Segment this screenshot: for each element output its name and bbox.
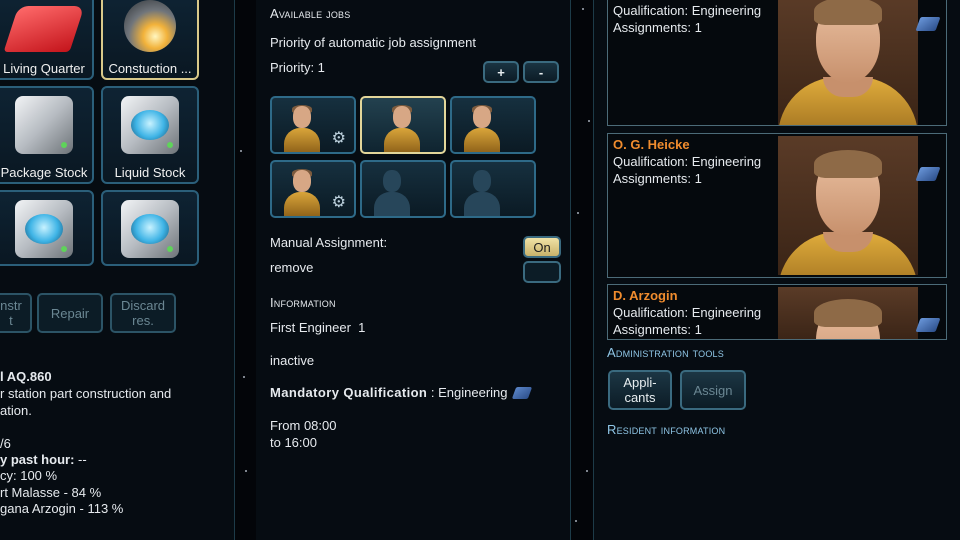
liquid-stock-icon: [121, 200, 179, 258]
resident-card-1[interactable]: Qualification: Engineering Assignments: …: [607, 0, 947, 126]
assign-button[interactable]: Assign: [680, 370, 746, 410]
resident-card-2[interactable]: O. G. Heicke Qualification: Engineering …: [607, 133, 947, 278]
worker-efficiency-2: gana Arzogin - 113 %: [0, 501, 124, 516]
job-slot-6-empty[interactable]: [450, 160, 536, 218]
empty-slot-silhouette-icon: [374, 170, 410, 216]
available-jobs-heading: Available jobs: [270, 6, 351, 21]
gear-icon: ⚙: [331, 194, 346, 211]
past-hour-label: y past hour:: [0, 452, 75, 467]
engineering-qualification-icon: [915, 167, 941, 181]
construction-drill-icon: [124, 0, 176, 52]
mandatory-qualification-label: Mandatory Qualification: [270, 385, 428, 400]
worker-count: /6: [0, 436, 11, 451]
job-slot-3[interactable]: [450, 96, 536, 154]
gear-icon: ⚙: [331, 130, 346, 147]
resident-assignments: Assignments: 1: [613, 20, 702, 35]
building-desc-line2: ation.: [0, 403, 32, 418]
engineering-qualification-icon: [511, 387, 532, 399]
building-panel: Living Quarter Constuction ... Package S…: [0, 0, 234, 540]
past-hour-row: y past hour: --: [0, 452, 87, 467]
tile-liquid-stock[interactable]: Liquid Stock: [101, 86, 199, 184]
liquid-stock-icon: [15, 200, 73, 258]
job-title: First Engineer: [270, 320, 351, 335]
priority-increase-button[interactable]: +: [483, 61, 519, 83]
worker-portrait: [284, 169, 320, 216]
resident-qualification: Qualification: Engineering: [613, 154, 762, 169]
shift-to: to 16:00: [270, 435, 317, 450]
resident-information-heading: Resident information: [607, 422, 726, 437]
building-desc-line1: r station part construction and: [0, 386, 172, 401]
remove-label: remove: [270, 260, 314, 275]
resident-panel: Qualification: Engineering Assignments: …: [594, 0, 960, 540]
tile-living-quarter[interactable]: Living Quarter: [0, 0, 94, 80]
job-count: 1: [358, 320, 366, 335]
mandatory-qualification-value: Engineering: [438, 385, 508, 400]
resident-card-3[interactable]: D. Arzogin Qualification: Engineering As…: [607, 284, 947, 340]
building-title: l AQ.860: [0, 369, 52, 384]
discard-resources-button[interactable]: Discard res.: [110, 293, 176, 333]
construct-button[interactable]: nstr t: [0, 293, 32, 333]
resident-assignments: Assignments: 1: [613, 171, 702, 186]
efficiency: cy: 100 %: [0, 468, 58, 483]
administration-tools-heading: Administration tools: [607, 345, 724, 360]
tile-liquid-stock-3[interactable]: [101, 190, 199, 266]
worker-portrait: [384, 105, 420, 152]
tile-package-stock[interactable]: Package Stock: [0, 86, 94, 184]
empty-slot-silhouette-icon: [464, 170, 500, 216]
resident-name: D. Arzogin: [613, 288, 678, 303]
applicants-button[interactable]: Appli- cants: [608, 370, 672, 410]
resident-portrait: [778, 287, 918, 339]
manual-assignment-toggle[interactable]: On: [523, 236, 561, 258]
resident-name: O. G. Heicke: [613, 137, 690, 152]
worker-efficiency-1: rt Malasse - 84 %: [0, 485, 102, 500]
job-title-row: First Engineer 1: [270, 320, 365, 335]
mandatory-qualification-row: Mandatory Qualification : Engineering: [270, 385, 532, 400]
job-slot-4[interactable]: ⚙: [270, 160, 356, 218]
job-slot-5-empty[interactable]: [360, 160, 446, 218]
priority-value: Priority: 1: [270, 60, 325, 75]
liquid-stock-icon: [121, 96, 179, 154]
shift-from: From 08:00: [270, 418, 337, 433]
information-heading: Information: [270, 295, 336, 310]
tile-label: Package Stock: [0, 165, 88, 180]
job-status: inactive: [270, 353, 315, 368]
resident-assignments: Assignments: 1: [613, 322, 702, 337]
job-slot-1[interactable]: ⚙: [270, 96, 356, 154]
worker-portrait: [464, 105, 500, 152]
engineering-qualification-icon: [915, 17, 941, 31]
tile-liquid-stock-2[interactable]: [0, 190, 94, 266]
tile-construction[interactable]: Constuction ...: [101, 0, 199, 80]
resident-qualification: Qualification: Engineering: [613, 3, 762, 18]
tile-label: Liquid Stock: [114, 165, 186, 180]
bed-icon: [3, 6, 85, 52]
past-hour-value: --: [74, 452, 87, 467]
job-panel: Available jobs Priority of automatic job…: [256, 0, 570, 540]
manual-assignment-label: Manual Assignment:: [270, 235, 388, 250]
resident-portrait: [778, 0, 918, 125]
remove-toggle[interactable]: [523, 261, 561, 283]
priority-decrease-button[interactable]: -: [523, 61, 559, 83]
tile-label: Living Quarter: [3, 61, 85, 76]
priority-description: Priority of automatic job assignment: [270, 35, 476, 50]
worker-portrait: [284, 105, 320, 152]
engineering-qualification-icon: [915, 318, 941, 332]
resident-portrait: [778, 136, 918, 275]
package-stock-icon: [15, 96, 73, 154]
repair-button[interactable]: Repair: [37, 293, 103, 333]
resident-qualification: Qualification: Engineering: [613, 305, 762, 320]
tile-label: Constuction ...: [108, 61, 192, 76]
job-slot-2[interactable]: [360, 96, 446, 154]
